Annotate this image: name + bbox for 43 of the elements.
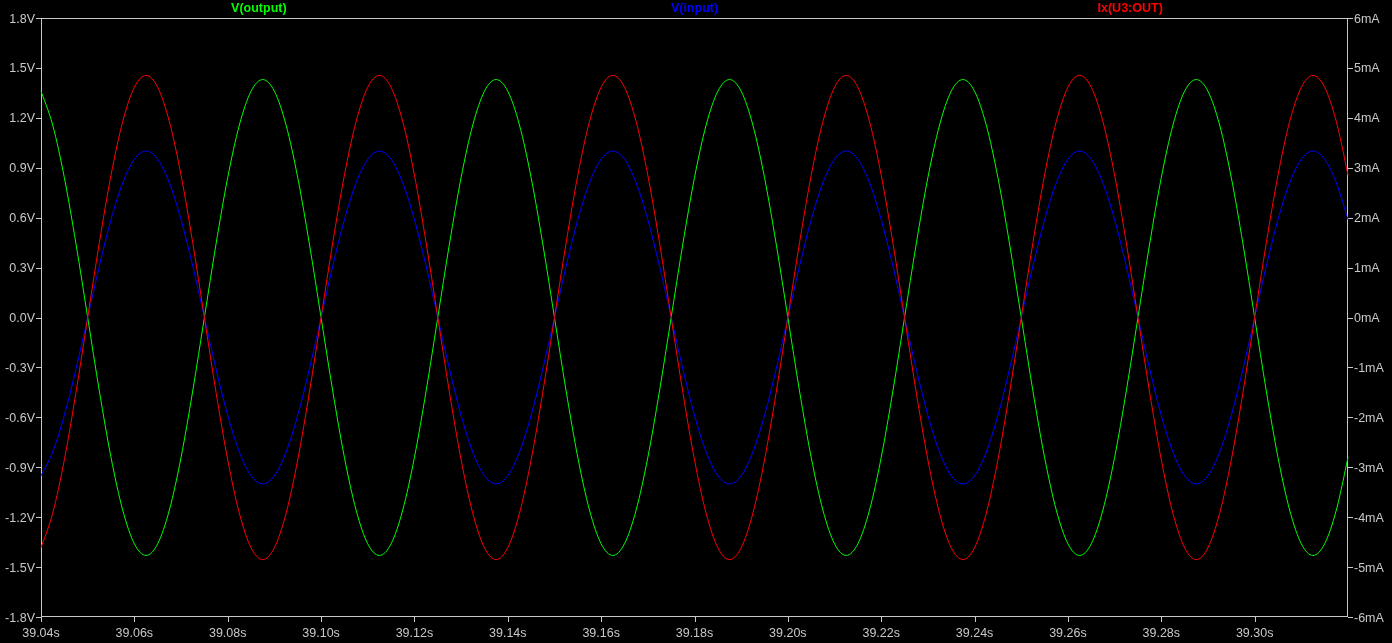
x-axis-tick-label: 39.08s (208, 626, 247, 640)
y-axis-tick-label: -1.2V (5, 510, 35, 525)
y-axis-tick-label: 0.3V (9, 261, 35, 276)
x-axis-tick-label: 39.20s (769, 626, 807, 640)
trace-legend-label: Ix(U3:OUT) (1097, 1, 1163, 15)
y-axis-tick-label: 0.9V (9, 161, 35, 176)
y-axis-tick-label: -1mA (1354, 360, 1384, 375)
x-axis-tick-label: 39.12s (395, 626, 434, 640)
y-axis-tick-label: 0.6V (9, 211, 35, 226)
x-axis-tick-label: 39.24s (955, 626, 994, 640)
y-axis-tick-label: 2mA (1354, 211, 1380, 226)
y-axis-tick-label: -1.5V (5, 560, 35, 575)
x-axis-tick-label: 39.16s (582, 626, 620, 640)
x-axis-tick-label: 39.28s (1142, 626, 1181, 640)
y-axis-tick-label: -1.8V (5, 610, 35, 625)
trace-legend-label: V(output) (231, 1, 287, 15)
y-axis-tick-label: 6mA (1354, 11, 1380, 26)
y-axis-tick-label: 1.2V (9, 111, 35, 126)
x-axis-tick-label: 39.06s (115, 626, 154, 640)
y-axis-tick-label: -0.3V (5, 360, 35, 375)
y-axis-tick-label: -0.6V (5, 410, 35, 425)
y-axis-tick-label: -5mA (1354, 560, 1384, 575)
y-axis-tick-label: -6mA (1354, 610, 1384, 625)
y-axis-tick-label: 0mA (1354, 311, 1380, 325)
y-axis-tick-label: 1mA (1354, 261, 1380, 276)
y-axis-tick-label: -0.9V (5, 460, 35, 475)
y-axis-tick-label: 5mA (1354, 61, 1380, 76)
x-axis-tick-label: 39.18s (675, 626, 714, 640)
y-axis-tick-label: 0.0V (9, 311, 35, 325)
trace-legend-label: V(input) (670, 1, 719, 15)
y-axis-tick-label: 1.8V (9, 11, 35, 26)
x-axis-tick-label: 39.04s (22, 626, 60, 640)
x-axis-tick-label: 39.14s (489, 626, 527, 640)
y-axis-tick-label: -2mA (1354, 410, 1384, 425)
y-axis-tick-label: 4mA (1354, 111, 1380, 126)
x-axis-tick-label: 39.22s (862, 626, 900, 640)
y-axis-tick-label: 3mA (1354, 161, 1380, 176)
x-axis-tick-label: 39.10s (302, 626, 340, 640)
y-axis-tick-label: -4mA (1354, 510, 1384, 525)
x-axis-tick-label: 39.30s (1235, 626, 1274, 640)
y-axis-tick-label: -3mA (1354, 460, 1384, 475)
x-axis-tick-label: 39.26s (1049, 626, 1087, 640)
y-axis-tick-label: 1.5V (9, 61, 35, 76)
